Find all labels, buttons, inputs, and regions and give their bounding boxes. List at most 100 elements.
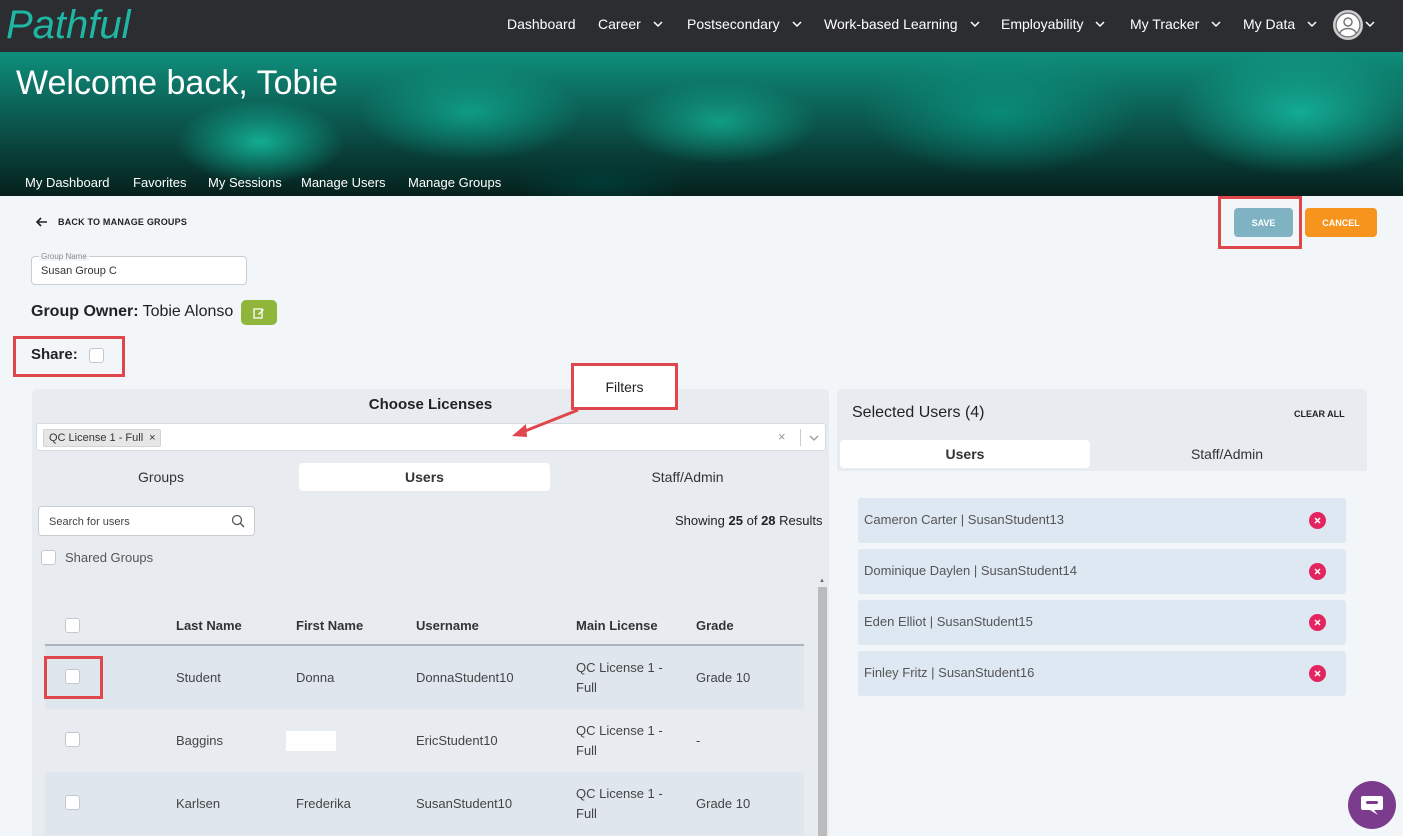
cell-username: DonnaStudent10 xyxy=(416,670,514,685)
chevron-down-icon[interactable] xyxy=(809,433,819,443)
nav-my-tracker[interactable]: My Tracker xyxy=(1130,16,1221,32)
shared-groups-option[interactable]: Shared Groups xyxy=(41,550,153,565)
selected-tabs: Users Staff/Admin xyxy=(837,440,1367,468)
list-item: Dominique Daylen | SusanStudent14 xyxy=(858,549,1346,594)
nav-postsecondary[interactable]: Postsecondary xyxy=(687,16,802,32)
cell-username: SusanStudent10 xyxy=(416,796,513,811)
remove-user-icon[interactable] xyxy=(1309,563,1326,580)
selected-users-title: Selected Users (4) xyxy=(852,404,985,421)
user-avatar[interactable] xyxy=(1333,10,1363,40)
nav-career[interactable]: Career xyxy=(598,16,663,32)
group-name-value: Susan Group C xyxy=(41,265,117,277)
results-count: Showing 25 of 28 Results xyxy=(675,513,823,528)
column-header-last-name[interactable]: Last Name xyxy=(176,618,242,633)
choose-licenses-title: Choose Licenses xyxy=(368,396,493,413)
user-icon xyxy=(1335,12,1361,38)
row-checkbox[interactable] xyxy=(65,732,80,747)
chevron-down-icon xyxy=(653,21,663,28)
chip-remove-icon[interactable]: × xyxy=(149,432,155,444)
column-header-username[interactable]: Username xyxy=(416,618,479,633)
license-select[interactable]: QC License 1 - Full × × xyxy=(36,423,826,451)
cell-grade: Grade 10 xyxy=(696,670,751,685)
chevron-down-icon xyxy=(970,21,980,28)
subnav-manage-groups[interactable]: Manage Groups xyxy=(408,175,501,190)
table-row[interactable]: Student Donna DonnaStudent10 QC License … xyxy=(45,646,804,709)
results-shown: 25 xyxy=(728,513,743,528)
cell-first-name: Frederika xyxy=(296,796,351,811)
cell-grade: - xyxy=(696,733,701,748)
list-item: Eden Elliot | SusanStudent15 xyxy=(858,600,1346,645)
tab-selected-staff-admin[interactable]: Staff/Admin xyxy=(1102,440,1352,468)
cell-license-line1: QC License 1 - xyxy=(576,786,663,801)
tab-groups[interactable]: Groups xyxy=(35,463,287,491)
nav-employability[interactable]: Employability xyxy=(1001,16,1106,32)
chevron-down-icon[interactable] xyxy=(1365,19,1375,29)
license-tabs: Groups Users Staff/Admin xyxy=(32,463,829,491)
clear-selection-icon[interactable]: × xyxy=(778,429,786,444)
cell-first-name: Donna xyxy=(296,670,335,685)
scroll-up-icon[interactable]: ▲ xyxy=(819,578,825,584)
choose-licenses-panel: Choose Licenses QC License 1 - Full × × … xyxy=(32,389,829,836)
subnav-my-sessions[interactable]: My Sessions xyxy=(208,175,282,190)
results-of: of xyxy=(746,513,758,528)
nav-work-based-learning[interactable]: Work-based Learning xyxy=(824,16,980,32)
row-checkbox[interactable] xyxy=(65,669,80,684)
nav-dashboard[interactable]: Dashboard xyxy=(507,16,576,32)
subnav-manage-users[interactable]: Manage Users xyxy=(301,175,386,190)
remove-user-icon[interactable] xyxy=(1309,665,1326,682)
selected-user-name: Finley Fritz | SusanStudent16 xyxy=(864,665,1035,680)
cell-license-line2: Full xyxy=(576,680,597,695)
row-checkbox[interactable] xyxy=(65,795,80,810)
shared-groups-checkbox[interactable] xyxy=(41,550,56,565)
tab-users[interactable]: Users xyxy=(299,463,550,491)
column-header-grade[interactable]: Grade xyxy=(696,618,734,633)
license-chip: QC License 1 - Full × xyxy=(43,429,161,447)
search-users-input[interactable]: Search for users xyxy=(38,506,255,536)
list-item: Finley Fritz | SusanStudent16 xyxy=(858,651,1346,696)
clear-all-button[interactable]: CLEAR ALL xyxy=(1294,409,1345,419)
group-owner: Group Owner: Tobie Alonso xyxy=(31,303,233,321)
chevron-down-icon xyxy=(1307,21,1317,28)
license-chip-label: QC License 1 - Full xyxy=(49,432,144,444)
cancel-button[interactable]: CANCEL xyxy=(1305,208,1377,237)
save-button[interactable]: SAVE xyxy=(1234,208,1293,237)
subnav-my-dashboard[interactable]: My Dashboard xyxy=(25,175,110,190)
chat-button[interactable] xyxy=(1348,781,1396,829)
nav-my-data[interactable]: My Data xyxy=(1243,16,1317,32)
cell-grade: Grade 10 xyxy=(696,796,751,811)
tab-staff-admin[interactable]: Staff/Admin xyxy=(561,463,814,491)
welcome-banner: Welcome back, Tobie My Dashboard Favorit… xyxy=(0,52,1403,196)
remove-user-icon[interactable] xyxy=(1309,512,1326,529)
group-name-field[interactable]: Group Name Susan Group C xyxy=(31,252,247,285)
results-prefix: Showing xyxy=(675,513,725,528)
column-header-first-name[interactable]: First Name xyxy=(296,618,363,633)
table-row[interactable]: Baggins EricStudent10 QC License 1 - Ful… xyxy=(45,709,804,772)
selected-user-name: Eden Elliot | SusanStudent15 xyxy=(864,614,1033,629)
search-icon[interactable] xyxy=(231,514,245,528)
welcome-title: Welcome back, Tobie xyxy=(16,64,338,102)
search-placeholder: Search for users xyxy=(49,516,130,528)
back-to-manage-groups-link[interactable]: BACK TO MANAGE GROUPS xyxy=(36,217,187,227)
group-owner-label: Group Owner: xyxy=(31,303,139,320)
share-checkbox[interactable] xyxy=(89,348,104,363)
remove-user-icon[interactable] xyxy=(1309,614,1326,631)
nav-my-data-label: My Data xyxy=(1243,16,1296,32)
column-header-main-license[interactable]: Main License xyxy=(576,618,658,633)
chevron-down-icon xyxy=(792,21,802,28)
chevron-down-icon xyxy=(1211,21,1221,28)
share-label: Share: xyxy=(31,346,78,363)
cell-license-line1: QC License 1 - xyxy=(576,723,663,738)
chevron-down-icon xyxy=(1095,21,1106,28)
table-row[interactable]: Karlsen Frederika SusanStudent10 QC Lice… xyxy=(45,772,804,835)
nav-wbl-label: Work-based Learning xyxy=(824,16,958,32)
cell-last-name: Student xyxy=(176,670,221,685)
select-all-checkbox[interactable] xyxy=(65,618,80,633)
subnav-favorites[interactable]: Favorites xyxy=(133,175,186,190)
selected-users-list: Cameron Carter | SusanStudent13 Dominiqu… xyxy=(837,471,1367,836)
tab-selected-users[interactable]: Users xyxy=(840,440,1090,468)
group-owner-value: Tobie Alonso xyxy=(142,303,234,320)
edit-owner-button[interactable] xyxy=(241,300,277,325)
scrollbar-thumb[interactable] xyxy=(818,587,827,836)
nav-career-label: Career xyxy=(598,16,641,32)
users-table: Last Name First Name Username Main Licen… xyxy=(45,581,804,836)
